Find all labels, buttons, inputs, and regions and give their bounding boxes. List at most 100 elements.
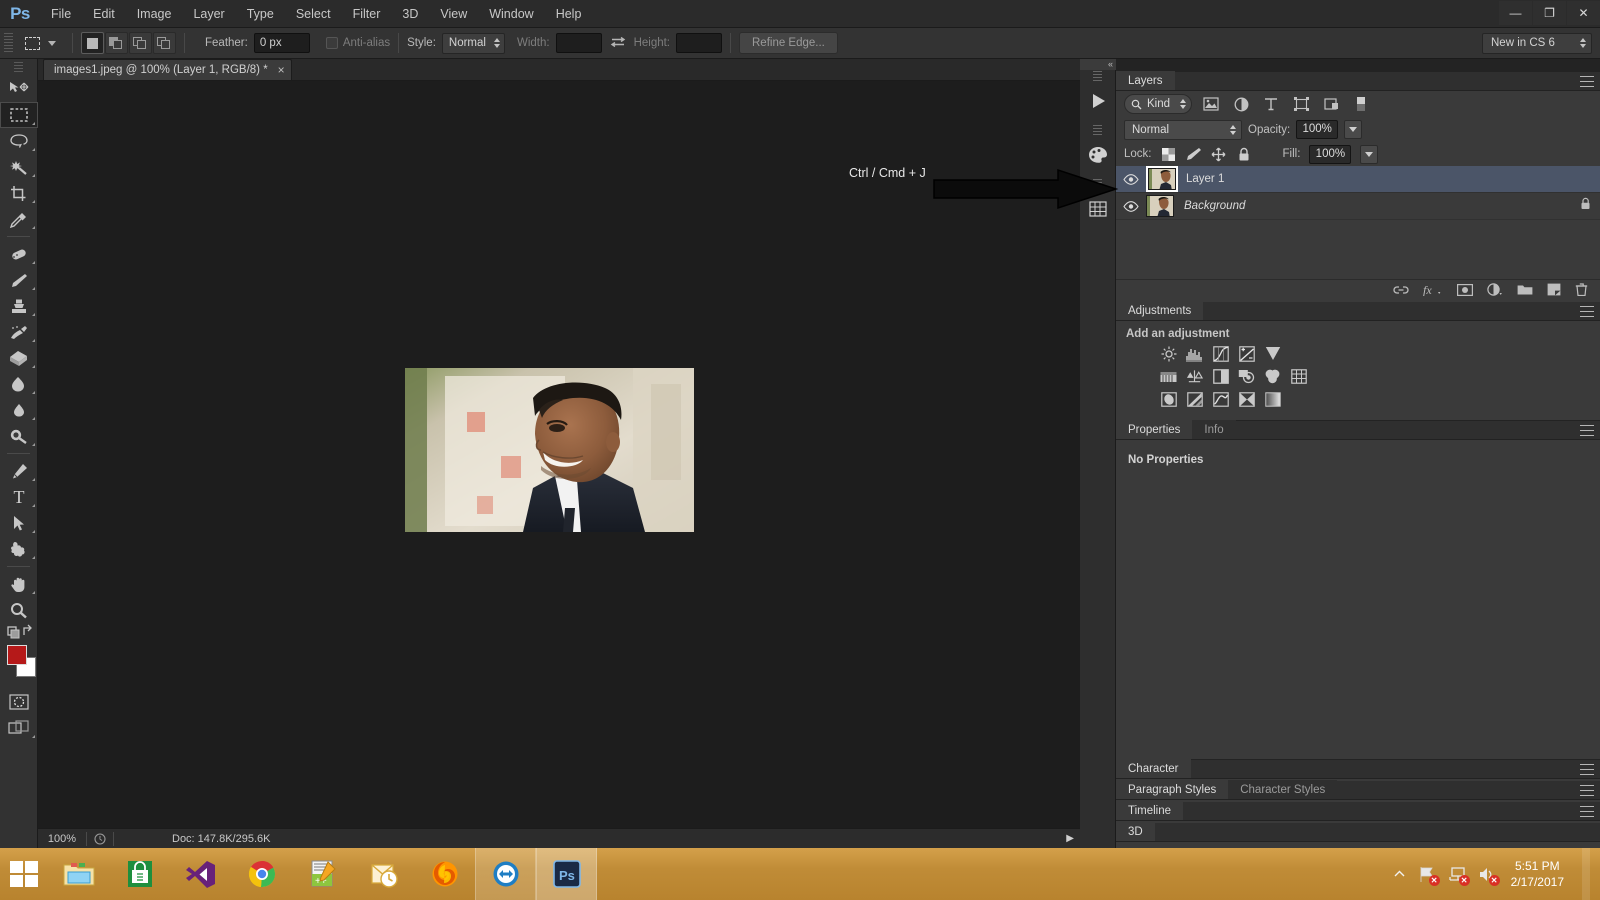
black-white-icon[interactable] <box>1212 368 1229 385</box>
tab-paragraph-styles[interactable]: Paragraph Styles <box>1116 780 1229 799</box>
layer-thumbnail[interactable] <box>1148 168 1176 190</box>
filter-smart-object-icon[interactable] <box>1320 94 1342 114</box>
menu-3d[interactable]: 3D <box>391 0 429 28</box>
document-image[interactable] <box>405 368 694 532</box>
canvas-area[interactable] <box>38 81 1080 828</box>
menu-edit[interactable]: Edit <box>82 0 126 28</box>
layer-visibility-toggle[interactable] <box>1116 173 1146 185</box>
timeline-play-icon[interactable] <box>1080 81 1116 121</box>
close-icon[interactable]: × <box>278 63 285 77</box>
tab-layers[interactable]: Layers <box>1116 71 1175 90</box>
fill-input[interactable]: 100% <box>1309 144 1352 164</box>
menu-image[interactable]: Image <box>126 0 183 28</box>
link-layers-icon[interactable] <box>1393 283 1409 301</box>
workspace-select[interactable]: New in CS 6 <box>1482 33 1592 54</box>
panel-menu-icon[interactable] <box>1580 764 1594 775</box>
custom-shape-tool[interactable] <box>0 536 38 562</box>
posterize-icon[interactable] <box>1186 391 1203 408</box>
eyedropper-tool[interactable] <box>0 206 38 232</box>
layer-styles-fx-icon[interactable]: fx <box>1423 283 1443 301</box>
move-tool[interactable] <box>0 76 38 102</box>
vibrance-icon[interactable] <box>1264 345 1281 362</box>
panel-menu-icon[interactable] <box>1580 76 1594 87</box>
minimize-button[interactable]: — <box>1499 1 1532 25</box>
add-layer-mask-icon[interactable] <box>1457 283 1474 301</box>
panel-menu-icon[interactable] <box>1580 425 1594 436</box>
history-brush-tool[interactable] <box>0 319 38 345</box>
windows-start-button[interactable] <box>0 848 48 900</box>
exposure-icon[interactable] <box>1238 345 1255 362</box>
intersect-with-selection-button[interactable] <box>153 32 176 54</box>
anti-alias-checkbox[interactable] <box>325 37 338 49</box>
eraser-tool[interactable] <box>0 345 38 371</box>
feather-input[interactable]: 0 px <box>253 33 310 53</box>
path-selection-tool[interactable] <box>0 510 38 536</box>
width-input[interactable] <box>555 33 602 53</box>
curves-icon[interactable] <box>1212 345 1229 362</box>
filter-shape-layers-icon[interactable] <box>1290 94 1312 114</box>
dock-group-grip[interactable] <box>1093 71 1102 81</box>
tools-panel-grip[interactable] <box>14 62 23 74</box>
google-chrome-taskbar-icon[interactable] <box>231 848 292 900</box>
menu-help[interactable]: Help <box>545 0 593 28</box>
close-button[interactable]: ✕ <box>1567 1 1600 25</box>
panel-menu-icon[interactable] <box>1580 785 1594 796</box>
file-explorer-taskbar-icon[interactable] <box>48 848 109 900</box>
show-desktop-button[interactable] <box>1582 848 1590 900</box>
menu-window[interactable]: Window <box>478 0 544 28</box>
panel-menu-icon[interactable] <box>1580 806 1594 817</box>
fill-dropdown-button[interactable] <box>1360 144 1379 164</box>
dock-group-grip[interactable] <box>1093 125 1102 135</box>
crop-tool[interactable] <box>0 180 38 206</box>
options-bar-grip[interactable] <box>4 33 13 53</box>
quick-mask-mode-button[interactable] <box>0 689 38 715</box>
layer-filter-kind-select[interactable]: Kind <box>1124 94 1192 114</box>
visual-studio-taskbar-icon[interactable] <box>170 848 231 900</box>
lasso-tool[interactable] <box>0 128 38 154</box>
tab-timeline[interactable]: Timeline <box>1116 801 1184 820</box>
photoshop-taskbar-icon[interactable]: Ps <box>536 848 597 900</box>
layer-name[interactable]: Layer 1 <box>1186 173 1224 185</box>
pen-tool[interactable] <box>0 458 38 484</box>
new-selection-button[interactable] <box>81 32 104 54</box>
lock-all-icon[interactable] <box>1236 146 1252 162</box>
menu-layer[interactable]: Layer <box>182 0 235 28</box>
mozilla-firefox-taskbar-icon[interactable] <box>414 848 475 900</box>
levels-icon[interactable] <box>1186 345 1203 362</box>
brightness-contrast-icon[interactable] <box>1160 345 1177 362</box>
opacity-input[interactable]: 100% <box>1296 120 1339 139</box>
tab-adjustments[interactable]: Adjustments <box>1116 301 1204 320</box>
show-hidden-icons-button[interactable] <box>1393 864 1407 884</box>
menu-type[interactable]: Type <box>236 0 285 28</box>
clone-stamp-tool[interactable] <box>0 293 38 319</box>
chevron-down-icon[interactable] <box>48 40 56 46</box>
foreground-background-color-swatch[interactable] <box>0 643 38 683</box>
layer-visibility-toggle[interactable] <box>1116 200 1146 212</box>
table-row[interactable]: Background <box>1116 193 1600 220</box>
new-fill-adjustment-layer-icon[interactable] <box>1487 282 1503 301</box>
collapse-panels-icon[interactable]: « <box>1108 59 1113 69</box>
quick-selection-tool[interactable] <box>0 154 38 180</box>
channel-mixer-icon[interactable] <box>1264 368 1281 385</box>
blend-mode-select[interactable]: Normal <box>1124 119 1242 140</box>
layer-name[interactable]: Background <box>1184 200 1245 212</box>
tool-preset-picker[interactable] <box>19 32 45 54</box>
filter-adjustment-layers-icon[interactable] <box>1230 94 1252 114</box>
lock-transparent-pixels-icon[interactable] <box>1161 146 1177 162</box>
restore-button[interactable]: ❐ <box>1533 1 1566 25</box>
color-balance-icon[interactable] <box>1186 368 1203 385</box>
filter-toggle-icon[interactable] <box>1350 94 1372 114</box>
tab-3d[interactable]: 3D <box>1116 822 1155 841</box>
filter-type-layers-icon[interactable] <box>1260 94 1282 114</box>
tab-character[interactable]: Character <box>1116 759 1191 778</box>
dock-collapse-bar[interactable]: « <box>1080 59 1116 70</box>
teamviewer-taskbar-icon[interactable] <box>475 848 536 900</box>
windows-store-taskbar-icon[interactable] <box>109 848 170 900</box>
lock-position-icon[interactable] <box>1211 146 1227 162</box>
horizontal-type-tool[interactable]: T <box>0 484 38 510</box>
screen-mode-button[interactable] <box>0 715 38 741</box>
photo-filter-icon[interactable] <box>1238 368 1255 385</box>
rectangular-marquee-tool[interactable] <box>0 102 38 128</box>
menu-view[interactable]: View <box>429 0 478 28</box>
delete-layer-icon[interactable] <box>1575 282 1588 301</box>
